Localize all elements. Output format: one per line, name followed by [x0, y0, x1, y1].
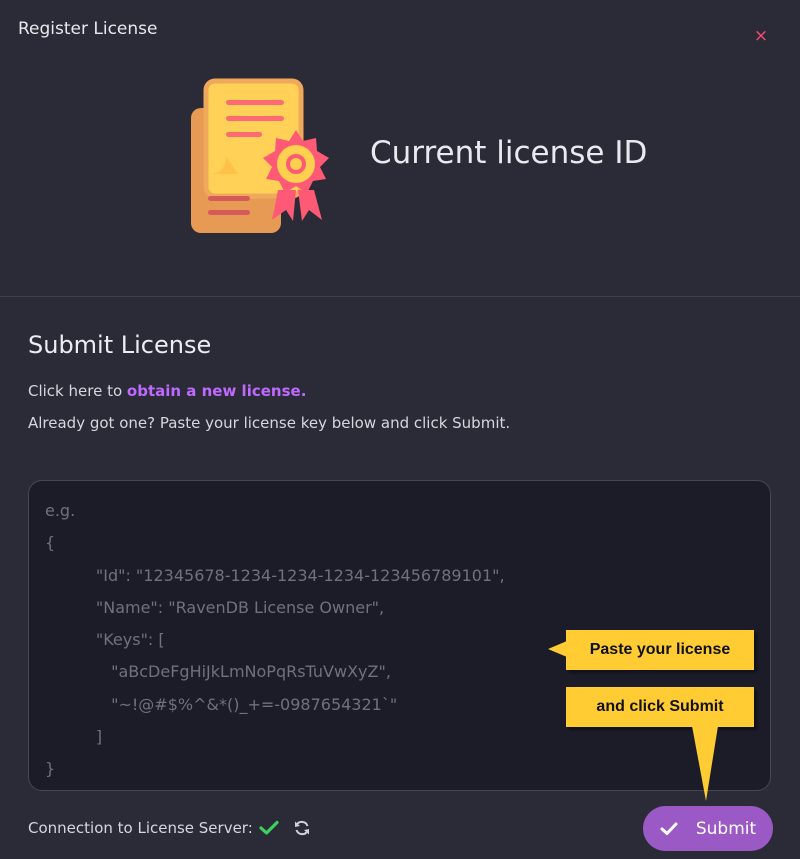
- click-callout-pointer: [692, 726, 718, 801]
- submit-button[interactable]: Submit: [643, 806, 773, 851]
- check-icon: [259, 820, 279, 835]
- click-submit-callout: and click Submit: [566, 687, 754, 727]
- current-license-title: Current license ID: [370, 135, 648, 171]
- license-certificate-icon: [191, 78, 329, 233]
- dialog-title: Register License: [18, 19, 158, 39]
- paste-license-callout: Paste your license: [566, 630, 754, 670]
- refresh-icon[interactable]: [293, 819, 311, 837]
- obtain-license-text: Click here to obtain a new license.: [28, 382, 306, 400]
- obtain-license-link[interactable]: obtain a new license.: [127, 382, 306, 400]
- check-icon: [660, 822, 678, 835]
- paste-instructions: Already got one? Paste your license key …: [28, 414, 511, 432]
- submit-label: Submit: [695, 818, 757, 839]
- submit-license-heading: Submit License: [28, 331, 212, 359]
- connection-label: Connection to License Server:: [28, 819, 253, 837]
- paste-callout-pointer: [548, 641, 567, 657]
- obtain-license-prefix: Click here to: [28, 382, 127, 400]
- divider: [0, 296, 800, 297]
- connection-status: Connection to License Server:: [28, 819, 311, 837]
- close-icon[interactable]: ×: [752, 27, 770, 45]
